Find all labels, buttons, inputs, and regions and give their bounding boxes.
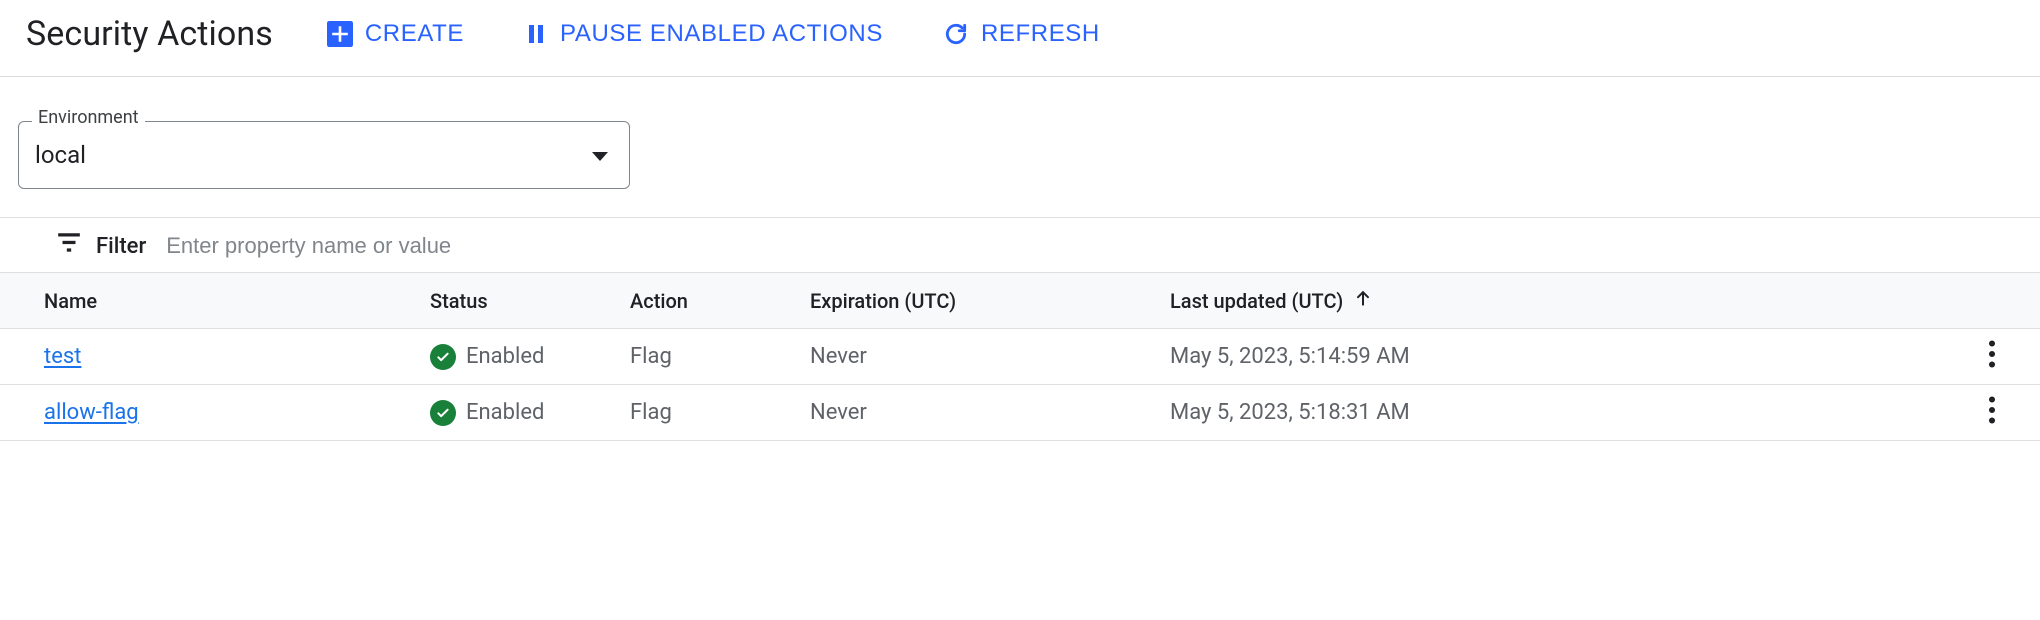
create-label: CREATE — [365, 20, 464, 48]
filter-label: Filter — [96, 234, 146, 259]
environment-field: Environment local — [18, 121, 630, 189]
row-action-cell: Flag — [630, 400, 810, 425]
refresh-label: REFRESH — [981, 20, 1100, 48]
row-updated-cell: May 5, 2023, 5:14:59 AM — [1170, 344, 1972, 369]
filter-label-wrap: Filter — [56, 232, 146, 260]
environment-section: Environment local — [0, 77, 2040, 218]
col-last-updated[interactable]: Last updated (UTC) — [1170, 288, 1972, 313]
row-menu-button[interactable] — [1972, 393, 2012, 433]
check-circle-icon — [430, 344, 456, 370]
pause-button[interactable]: PAUSE ENABLED ACTIONS — [524, 20, 883, 48]
table-row: test Enabled Flag Never May 5, 2023, 5:1… — [0, 329, 2040, 385]
filter-input[interactable] — [164, 232, 764, 260]
row-status-cell: Enabled — [430, 344, 630, 370]
table-row: allow-flag Enabled Flag Never May 5, 202… — [0, 385, 2040, 441]
row-status-label: Enabled — [466, 344, 544, 369]
row-menu-button[interactable] — [1972, 337, 2012, 377]
more-vert-icon — [1988, 340, 1996, 374]
row-status-cell: Enabled — [430, 400, 630, 426]
col-status[interactable]: Status — [430, 289, 630, 313]
plus-icon — [327, 21, 353, 47]
row-updated-cell: May 5, 2023, 5:18:31 AM — [1170, 400, 1972, 425]
refresh-button[interactable]: REFRESH — [943, 20, 1100, 48]
row-action-cell: Flag — [630, 344, 810, 369]
page-header: Security Actions CREATE PAUSE ENABLED AC… — [0, 0, 2040, 77]
create-button[interactable]: CREATE — [327, 20, 464, 48]
row-status-label: Enabled — [466, 400, 544, 425]
chevron-down-icon — [591, 141, 609, 169]
row-name-link[interactable]: allow-flag — [44, 400, 139, 425]
col-last-updated-label: Last updated (UTC) — [1170, 289, 1343, 313]
page-title: Security Actions — [26, 14, 273, 54]
sort-ascending-icon — [1353, 288, 1373, 313]
row-expiration-cell: Never — [810, 344, 1170, 369]
environment-label: Environment — [32, 107, 145, 128]
pause-icon — [524, 21, 548, 47]
check-circle-icon — [430, 400, 456, 426]
filter-icon — [56, 232, 82, 260]
col-name[interactable]: Name — [44, 289, 430, 313]
actions-table: Name Status Action Expiration (UTC) Last… — [0, 272, 2040, 441]
col-expiration[interactable]: Expiration (UTC) — [810, 289, 1170, 313]
more-vert-icon — [1988, 396, 1996, 430]
col-action[interactable]: Action — [630, 289, 810, 313]
row-name-cell: test — [44, 344, 430, 369]
row-name-link[interactable]: test — [44, 344, 81, 369]
filter-row: Filter — [0, 218, 2040, 272]
refresh-icon — [943, 21, 969, 47]
row-expiration-cell: Never — [810, 400, 1170, 425]
row-name-cell: allow-flag — [44, 400, 430, 425]
table-head: Name Status Action Expiration (UTC) Last… — [0, 273, 2040, 329]
pause-label: PAUSE ENABLED ACTIONS — [560, 20, 883, 48]
environment-select[interactable]: local — [18, 121, 630, 189]
header-actions: CREATE PAUSE ENABLED ACTIONS REFRESH — [327, 20, 1100, 48]
environment-value: local — [35, 141, 86, 169]
